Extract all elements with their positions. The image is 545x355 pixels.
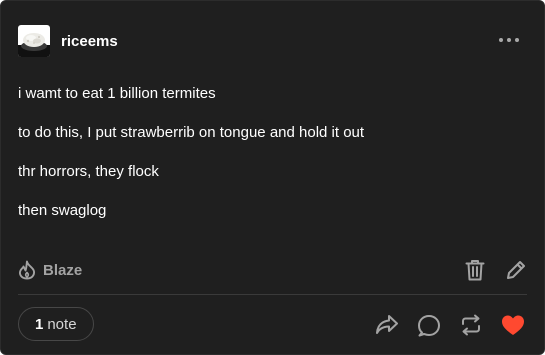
heart-icon (502, 315, 524, 335)
trash-icon (465, 260, 485, 281)
post-paragraph: thr horrors, they flock (18, 163, 159, 180)
post-body: i wamt to eat 1 billion termites to do t… (18, 83, 528, 239)
menu-dot (499, 38, 503, 42)
delete-button[interactable] (465, 259, 485, 281)
menu-dot (507, 38, 511, 42)
edit-button[interactable] (506, 260, 526, 280)
post-paragraph: then swaglog (18, 202, 107, 219)
like-button[interactable] (501, 314, 525, 336)
post-paragraph: to do this, I put strawberrib on tongue … (18, 124, 365, 141)
notes-button[interactable]: 1 note (18, 307, 94, 341)
owner-actions (444, 259, 526, 281)
menu-dot (515, 38, 519, 42)
blaze-button[interactable]: Blaze (18, 259, 82, 281)
reblog-icon (462, 314, 480, 336)
engagement-actions (375, 313, 525, 337)
speech-bubble-icon (418, 315, 440, 337)
notes-count: 1 (35, 315, 44, 333)
pencil-icon (507, 261, 525, 279)
avatar[interactable] (18, 25, 50, 57)
reblog-button[interactable] (459, 314, 483, 336)
share-button[interactable] (375, 314, 399, 336)
footer-divider (18, 294, 527, 295)
username[interactable]: riceems (61, 33, 118, 50)
reply-button[interactable] (417, 313, 441, 337)
flame-icon (19, 260, 35, 280)
more-options-icon[interactable] (499, 32, 519, 48)
blaze-label: Blaze (43, 261, 83, 279)
post-paragraph: i wamt to eat 1 billion termites (18, 85, 216, 102)
post-header: riceems (18, 25, 118, 57)
notes-label: note (47, 315, 77, 333)
post-card: riceems i wamt to eat 1 billion termites… (0, 0, 545, 355)
share-arrow-icon (376, 315, 398, 334)
